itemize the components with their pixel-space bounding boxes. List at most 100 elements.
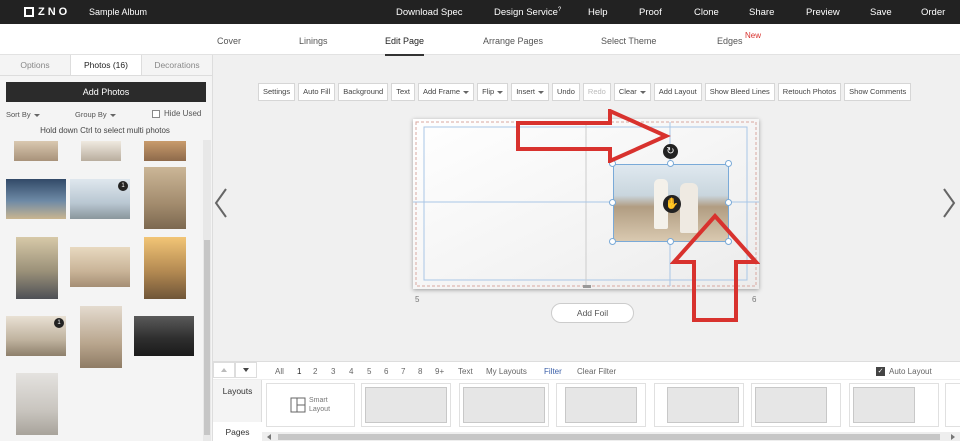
- download-spec-link[interactable]: Download Spec: [396, 7, 463, 18]
- layout-card[interactable]: [654, 383, 744, 427]
- photo-thumbnail[interactable]: [144, 237, 186, 299]
- left-page-number: 5: [415, 295, 420, 304]
- tab-pages[interactable]: Pages: [213, 422, 262, 441]
- auto-fill-button[interactable]: Auto Fill: [298, 83, 336, 101]
- zno-logo[interactable]: ZNO: [24, 6, 70, 18]
- next-page-arrow-icon[interactable]: [942, 188, 956, 218]
- background-button[interactable]: Background: [338, 83, 389, 101]
- filter-9-plus[interactable]: 9+: [435, 367, 444, 376]
- new-badge: New: [745, 31, 762, 40]
- redo-button[interactable]: Redo: [582, 83, 611, 101]
- add-layout-button[interactable]: Add Layout: [653, 83, 702, 101]
- layout-card[interactable]: [361, 383, 451, 427]
- photo-thumbnail[interactable]: [6, 179, 66, 219]
- smart-layout-label: Smart Layout: [309, 397, 331, 413]
- layout-card[interactable]: [751, 383, 841, 427]
- photo-thumbnail[interactable]: [16, 373, 58, 435]
- filter-all[interactable]: All: [275, 367, 284, 376]
- photo-list-scrollbar[interactable]: [203, 140, 211, 441]
- share-link[interactable]: Share: [749, 7, 774, 18]
- filter-text[interactable]: Text: [458, 367, 473, 376]
- group-by-dropdown[interactable]: Group By: [75, 110, 116, 119]
- preview-link[interactable]: Preview: [806, 7, 840, 18]
- previous-page-arrow-icon[interactable]: [214, 188, 228, 218]
- proof-link[interactable]: Proof: [639, 7, 662, 18]
- settings-button[interactable]: Settings: [258, 83, 296, 101]
- hide-used-toggle[interactable]: Hide Used: [152, 109, 201, 118]
- scroll-up-button[interactable]: [213, 362, 235, 378]
- scrollbar-thumb[interactable]: [204, 240, 210, 435]
- album-title[interactable]: Sample Album: [89, 7, 147, 17]
- tab-select-theme[interactable]: Select Theme: [601, 36, 656, 46]
- photo-used-badge: 1: [54, 318, 64, 328]
- filter-7[interactable]: 7: [401, 367, 405, 376]
- photo-thumbnail[interactable]: [14, 141, 58, 161]
- auto-layout-checkbox[interactable]: ✓: [876, 367, 885, 376]
- photo-thumbnail[interactable]: [81, 141, 121, 161]
- show-bleed-lines-button[interactable]: Show Bleed Lines: [704, 83, 775, 101]
- photo-thumbnail[interactable]: [144, 167, 186, 229]
- auto-layout-toggle[interactable]: ✓ Auto Layout: [876, 367, 932, 376]
- resize-handle[interactable]: [609, 238, 616, 245]
- photo-thumbnail[interactable]: 1: [70, 179, 130, 219]
- add-foil-button[interactable]: Add Foil: [551, 303, 634, 323]
- tab-layouts[interactable]: Layouts: [213, 386, 262, 396]
- drag-hand-icon[interactable]: ✋: [663, 195, 681, 213]
- photo-thumbnail[interactable]: [80, 306, 122, 368]
- filter-8[interactable]: 8: [418, 367, 422, 376]
- filter-5[interactable]: 5: [367, 367, 371, 376]
- clear-filter-button[interactable]: Clear Filter: [577, 367, 616, 376]
- scroll-right-icon[interactable]: [948, 432, 958, 441]
- top-bar: ZNO Sample Album Download Spec Design Se…: [0, 0, 960, 24]
- clone-link[interactable]: Clone: [694, 7, 719, 18]
- tab-arrange-pages[interactable]: Arrange Pages: [483, 36, 543, 46]
- design-service-link[interactable]: Design Service?: [494, 7, 561, 18]
- clear-button[interactable]: Clear: [613, 83, 651, 101]
- filter-3[interactable]: 3: [331, 367, 335, 376]
- resize-handle[interactable]: [725, 199, 732, 206]
- scroll-down-button[interactable]: [235, 362, 257, 378]
- order-link[interactable]: Order: [921, 7, 945, 18]
- flip-button[interactable]: Flip: [477, 83, 509, 101]
- layout-horizontal-scrollbar[interactable]: [262, 432, 960, 441]
- photo-thumbnail[interactable]: [144, 141, 186, 161]
- tab-linings[interactable]: Linings: [299, 36, 328, 46]
- tab-decorations[interactable]: Decorations: [142, 55, 212, 75]
- undo-button[interactable]: Undo: [551, 83, 580, 101]
- scroll-left-icon[interactable]: [264, 432, 274, 441]
- layout-card[interactable]: [849, 383, 939, 427]
- layout-card[interactable]: [459, 383, 549, 427]
- filter-1[interactable]: 1: [297, 367, 301, 376]
- layout-card[interactable]: [945, 383, 960, 427]
- photo-thumbnail[interactable]: 1: [6, 316, 66, 356]
- layout-card[interactable]: [556, 383, 646, 427]
- filter-button[interactable]: Filter: [544, 367, 562, 376]
- filter-6[interactable]: 6: [384, 367, 388, 376]
- tab-cover[interactable]: Cover: [217, 36, 241, 46]
- filter-my-layouts[interactable]: My Layouts: [486, 367, 527, 376]
- help-link[interactable]: Help: [588, 7, 608, 18]
- photo-thumbnail[interactable]: [70, 247, 130, 287]
- tab-edit-page[interactable]: Edit Page: [385, 36, 425, 56]
- insert-button[interactable]: Insert: [511, 83, 549, 101]
- sort-by-dropdown[interactable]: Sort By: [6, 110, 40, 119]
- hide-used-checkbox[interactable]: [152, 109, 160, 118]
- smart-layout-card[interactable]: Smart Layout: [266, 383, 355, 427]
- add-frame-button[interactable]: Add Frame: [418, 83, 475, 101]
- tab-photos[interactable]: Photos (16): [70, 55, 142, 75]
- tab-edges[interactable]: Edges New: [717, 31, 761, 46]
- save-link[interactable]: Save: [870, 7, 892, 18]
- resize-handle[interactable]: [609, 199, 616, 206]
- layout-thumbnail: [463, 387, 545, 423]
- show-comments-button[interactable]: Show Comments: [844, 83, 912, 101]
- filter-2[interactable]: 2: [313, 367, 317, 376]
- retouch-photos-button[interactable]: Retouch Photos: [777, 83, 842, 101]
- photo-thumbnail[interactable]: [134, 316, 194, 356]
- filter-4[interactable]: 4: [349, 367, 353, 376]
- photo-thumbnail[interactable]: [16, 237, 58, 299]
- tab-options[interactable]: Options: [0, 55, 70, 75]
- add-photos-button[interactable]: Add Photos: [6, 82, 206, 102]
- text-button[interactable]: Text: [391, 83, 415, 101]
- scrollbar-thumb[interactable]: [278, 434, 940, 440]
- resize-handle[interactable]: [725, 160, 732, 167]
